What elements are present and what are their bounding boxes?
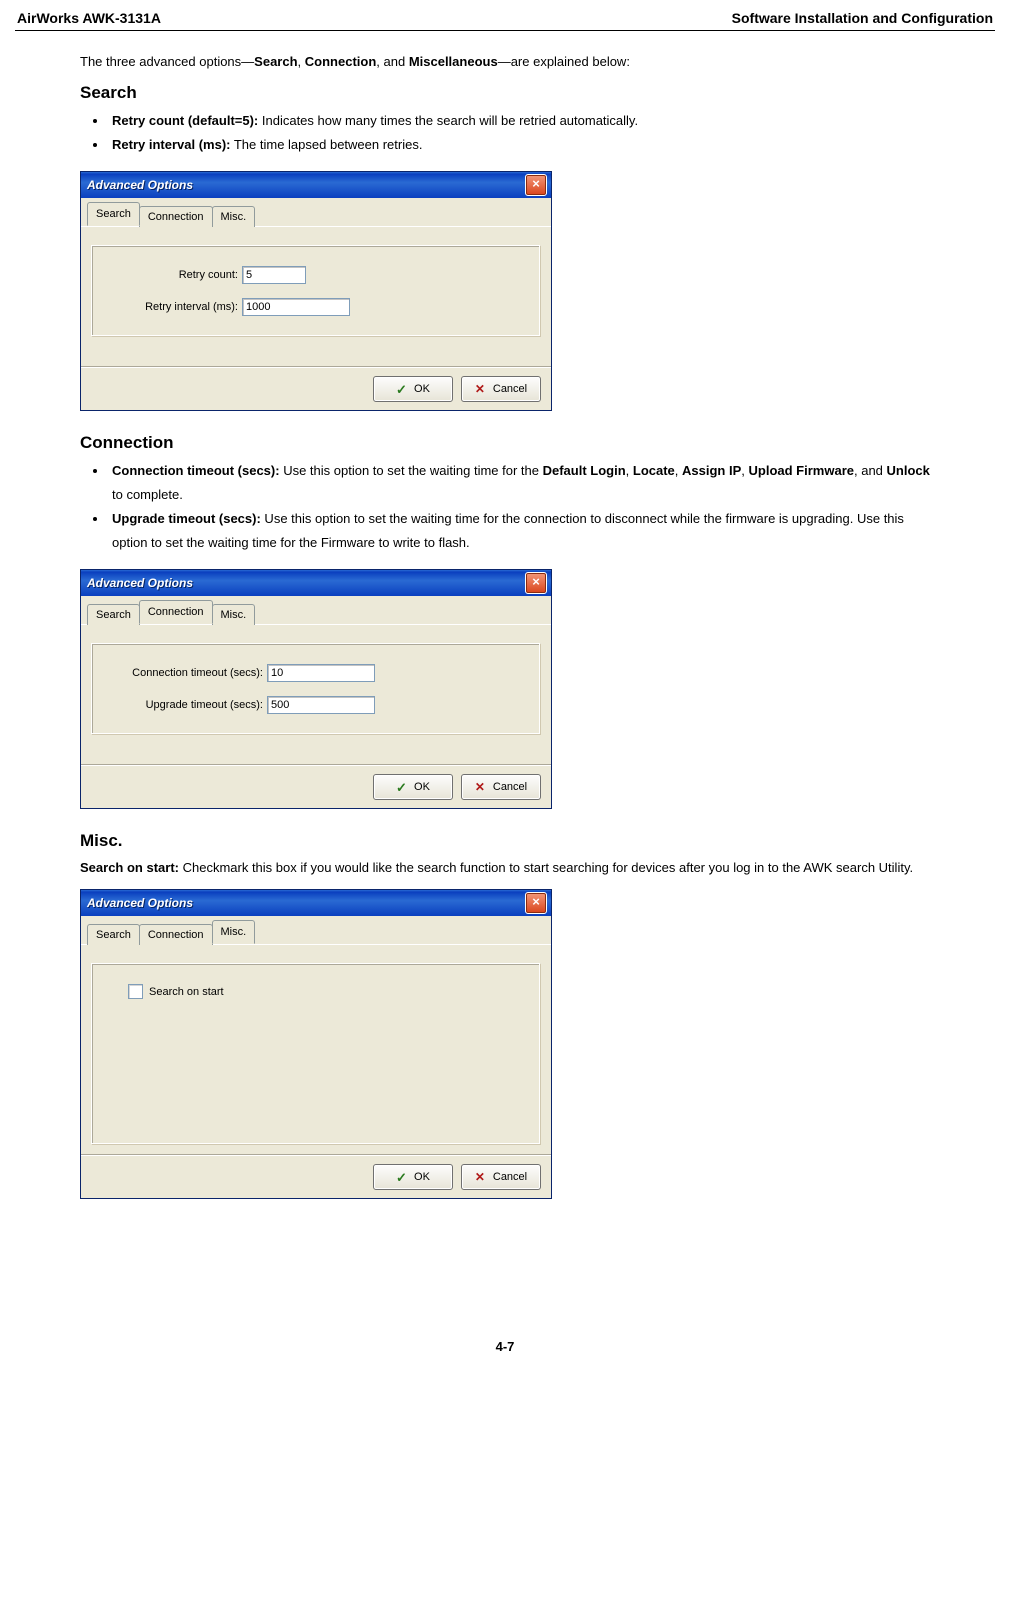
check-icon (396, 780, 410, 794)
x-icon (475, 1170, 489, 1184)
search-bullet-retry-count: Retry count (default=5): Indicates how m… (108, 109, 930, 133)
tab-connection[interactable]: Connection (139, 600, 213, 624)
check-icon (396, 382, 410, 396)
dialog-title: Advanced Options (87, 896, 193, 910)
advanced-options-dialog-connection: Advanced Options × Search Connection Mis… (80, 569, 552, 809)
connection-heading: Connection (80, 433, 930, 453)
cancel-button[interactable]: Cancel (461, 774, 541, 800)
tab-search[interactable]: Search (87, 924, 140, 945)
intro-prefix: The three advanced options— (80, 54, 254, 69)
intro-bold-search: Search (254, 54, 297, 69)
tab-search[interactable]: Search (87, 604, 140, 625)
misc-paragraph: Search on start: Checkmark this box if y… (80, 857, 930, 879)
tab-connection[interactable]: Connection (139, 206, 213, 227)
cancel-button[interactable]: Cancel (461, 1164, 541, 1190)
conn-timeout-label: Connection timeout (secs): (108, 667, 267, 679)
page-number: 4-7 (15, 1339, 995, 1354)
header-left: AirWorks AWK-3131A (17, 10, 161, 26)
advanced-options-dialog-search: Advanced Options × Search Connection Mis… (80, 171, 552, 411)
upgrade-timeout-label: Upgrade timeout (secs): (108, 699, 267, 711)
tab-misc[interactable]: Misc. (212, 206, 256, 227)
close-icon[interactable]: × (525, 174, 547, 196)
cancel-button[interactable]: Cancel (461, 376, 541, 402)
advanced-options-dialog-misc: Advanced Options × Search Connection Mis… (80, 889, 552, 1199)
ok-button[interactable]: OK (373, 376, 453, 402)
upgrade-timeout-input[interactable] (267, 696, 375, 714)
tab-connection[interactable]: Connection (139, 924, 213, 945)
search-on-start-label: Search on start (149, 986, 224, 998)
dialog-title: Advanced Options (87, 576, 193, 590)
header-right: Software Installation and Configuration (732, 10, 993, 26)
search-bullet-retry-interval: Retry interval (ms): The time lapsed bet… (108, 133, 930, 157)
close-icon[interactable]: × (525, 572, 547, 594)
intro-bold-misc: Miscellaneous (409, 54, 498, 69)
retry-count-label: Retry count: (108, 269, 242, 281)
tab-search[interactable]: Search (87, 202, 140, 226)
intro-paragraph: The three advanced options—Search, Conne… (80, 51, 930, 73)
retry-interval-input[interactable] (242, 298, 350, 316)
connection-bullet-upgrade: Upgrade timeout (secs): Use this option … (108, 507, 930, 555)
misc-heading: Misc. (80, 831, 930, 851)
close-icon[interactable]: × (525, 892, 547, 914)
conn-timeout-input[interactable] (267, 664, 375, 682)
intro-bold-connection: Connection (305, 54, 377, 69)
tab-misc[interactable]: Misc. (212, 920, 256, 944)
dialog-title: Advanced Options (87, 178, 193, 192)
retry-interval-label: Retry interval (ms): (108, 301, 242, 313)
tab-misc[interactable]: Misc. (212, 604, 256, 625)
ok-button[interactable]: OK (373, 774, 453, 800)
retry-count-input[interactable] (242, 266, 306, 284)
connection-bullet-timeout: Connection timeout (secs): Use this opti… (108, 459, 930, 507)
check-icon (396, 1170, 410, 1184)
x-icon (475, 780, 489, 794)
ok-button[interactable]: OK (373, 1164, 453, 1190)
search-heading: Search (80, 83, 930, 103)
search-on-start-checkbox[interactable] (128, 984, 143, 999)
x-icon (475, 382, 489, 396)
